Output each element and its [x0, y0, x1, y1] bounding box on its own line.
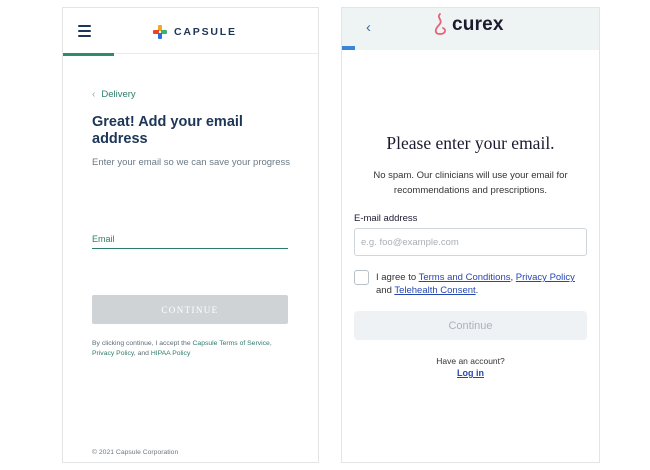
email-input[interactable] [354, 228, 587, 256]
page-subtitle: Enter your email so we can save your pro… [92, 157, 291, 168]
terms-checkbox[interactable] [354, 270, 369, 285]
legal-disclaimer: By clicking continue, I accept the Capsu… [92, 339, 282, 359]
email-field[interactable] [92, 248, 288, 249]
page-title: Great! Add your email address [92, 114, 243, 147]
continue-button[interactable]: CONTINUE [92, 295, 288, 324]
curex-header: ‹ curex [342, 8, 599, 50]
capsule-header: CAPSULE [63, 8, 318, 56]
curex-progress-bar [342, 46, 355, 50]
curex-swirl-icon [434, 13, 447, 35]
comparison-stage: CAPSULE ‹ Delivery Great! Add your email… [0, 0, 650, 470]
agree-separator: and [376, 285, 395, 296]
hamburger-menu-icon[interactable] [78, 25, 91, 37]
legal-separator: , and [133, 350, 151, 357]
copyright-footer: © 2021 Capsule Corporation [92, 449, 179, 456]
curex-brand-name: curex [452, 14, 504, 35]
curex-signup-panel: ‹ curex Please enter your email. No spam… [341, 7, 600, 463]
email-field-label: E-mail address [354, 213, 418, 224]
terms-of-service-link[interactable]: Capsule Terms of Service [193, 340, 270, 347]
continue-button[interactable]: Continue [354, 311, 587, 340]
agree-prefix: I agree to [376, 272, 419, 283]
legal-separator: , [269, 340, 272, 347]
capsule-cross-icon [153, 25, 167, 39]
privacy-policy-link[interactable]: Privacy Policy [516, 272, 575, 283]
legal-prefix: By clicking continue, I accept the [92, 340, 193, 347]
capsule-progress-bar [63, 53, 114, 56]
terms-and-conditions-link[interactable]: Terms and Conditions [419, 272, 511, 283]
agree-suffix: . [475, 285, 479, 296]
chevron-left-icon: ‹ [92, 89, 96, 100]
capsule-brand-name: CAPSULE [174, 26, 237, 38]
curex-logo: curex [432, 12, 504, 38]
have-account-text: Have an account? [436, 356, 505, 366]
page-title: Please enter your email. [386, 133, 555, 153]
email-field-label: Email [92, 234, 115, 244]
privacy-policy-link[interactable]: Privacy Policy [92, 350, 134, 357]
terms-agreement-text: I agree to Terms and Conditions, Privacy… [376, 271, 591, 297]
capsule-signup-panel: CAPSULE ‹ Delivery Great! Add your email… [62, 7, 319, 463]
capsule-logo: CAPSULE [153, 24, 237, 40]
back-arrow-icon[interactable]: ‹ [366, 19, 371, 36]
telehealth-consent-link[interactable]: Telehealth Consent [394, 285, 475, 296]
hipaa-policy-link[interactable]: HIPAA Policy [151, 350, 191, 357]
back-to-delivery-link[interactable]: ‹ Delivery [92, 89, 136, 100]
back-link-label: Delivery [101, 89, 136, 100]
login-link[interactable]: Log in [342, 368, 599, 378]
page-subtitle: No spam. Our clinicians will use your em… [373, 170, 568, 196]
